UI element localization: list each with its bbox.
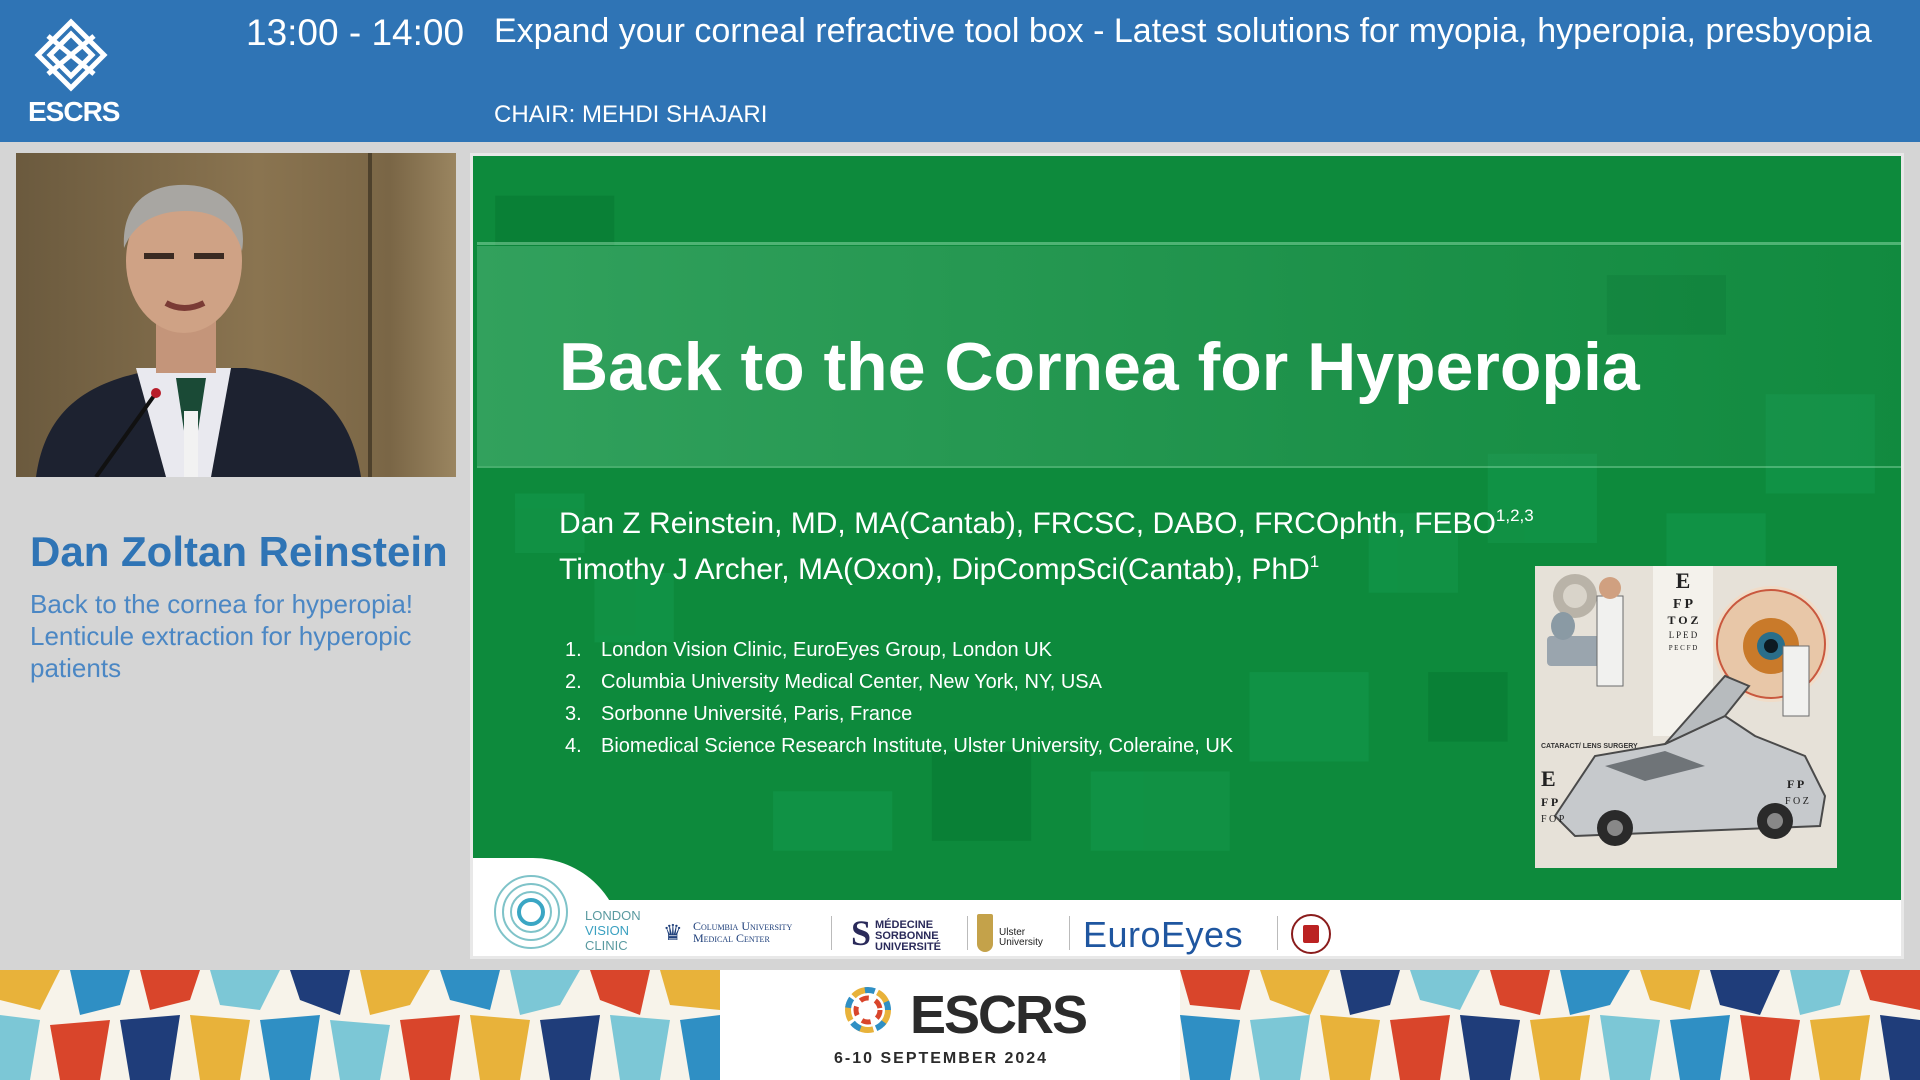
slide-title: Back to the Cornea for Hyperopia (559, 329, 1640, 405)
sorbonne-s-icon: S (851, 913, 872, 953)
author-line: Timothy J Archer, MA(Oxon), DipCompSci(C… (559, 552, 1319, 587)
session-header: ESCRS 13:00 - 14:00 Expand your corneal … (0, 0, 1920, 142)
university-seal-icon (1291, 914, 1331, 954)
lvc-line: LONDON (585, 908, 641, 923)
footer-mosaic-right (1180, 970, 1920, 1080)
logo-separator (967, 916, 968, 950)
affiliation-text: Sorbonne Université, Paris, France (601, 703, 913, 725)
lvc-line: VISION (585, 923, 630, 938)
author-line: Dan Z Reinstein, MD, MA(Cantab), FRCSC, … (559, 506, 1534, 541)
svg-text:F O P: F O P (1541, 814, 1565, 825)
illustration-art: E F P T O Z L P E D P E C F D E F P F O … (1535, 566, 1837, 868)
london-vision-clinic-logo-icon (494, 875, 568, 949)
ulster-university-logo: Ulster University (999, 928, 1043, 948)
speaker-name: Dan Zoltan Reinstein (30, 528, 448, 575)
svg-text:F P: F P (1541, 795, 1558, 809)
logo-separator (1277, 916, 1278, 950)
affiliation-item: 3. Sorbonne Université, Paris, France (559, 698, 1233, 730)
svg-text:P E C F D: P E C F D (1669, 644, 1698, 652)
svg-text:F P: F P (1787, 777, 1804, 791)
escrs-logo: ESCRS (28, 16, 120, 131)
svg-text:F O Z: F O Z (1785, 796, 1809, 807)
title-band-bottom-line (477, 466, 1901, 468)
logo-separator (831, 916, 832, 950)
affiliation-item: 1. London Vision Clinic, EuroEyes Group, … (559, 634, 1233, 666)
sorbonne-line: UNIVERSITÉ (875, 941, 942, 953)
svg-text:F P: F P (1673, 597, 1694, 612)
escrs-mark-icon (34, 18, 108, 92)
session-time: 13:00 - 14:00 (246, 12, 465, 53)
logo-separator (1069, 916, 1070, 950)
affiliation-number: 2. (565, 671, 582, 693)
ulster-line: University (999, 937, 1043, 948)
sorbonne-logo: MÉDECINE SORBONNE UNIVERSITÉ (875, 920, 941, 953)
affiliation-number: 1. (565, 639, 582, 661)
presentation-slide: Back to the Cornea for Hyperopia Dan Z R… (470, 153, 1904, 959)
affiliation-number: 3. (565, 703, 582, 725)
columbia-university-logo: Columbia University Medical Center (693, 920, 792, 944)
author-name: Dan Z Reinstein, MD, MA(Cantab), FRCSC, … (559, 507, 1496, 540)
session-chair: CHAIR: MEHDI SHAJARI (494, 101, 768, 128)
lvc-line: CLINIC (585, 938, 628, 953)
illustration-caption: CATARACT/ LENS SURGERY (1541, 743, 1638, 750)
svg-text:L P E D: L P E D (1669, 630, 1698, 640)
columbia-line: Medical Center (693, 931, 770, 945)
delorean-eye-illustration: E F P T O Z L P E D P E C F D E F P F O … (1535, 566, 1837, 868)
affiliation-text: Columbia University Medical Center, New … (601, 671, 1102, 693)
footer-brand: ESCRS (910, 985, 1088, 1045)
author-affiliation-ref: 1 (1309, 552, 1320, 571)
svg-text:T O Z: T O Z (1667, 613, 1698, 627)
affiliation-item: 2. Columbia University Medical Center, Ne… (559, 666, 1233, 698)
affiliation-item: 4. Biomedical Science Research Institute,… (559, 730, 1233, 762)
euroeyes-logo: EuroEyes (1083, 914, 1244, 955)
escrs-color-mark-icon (845, 987, 891, 1033)
author-affiliation-ref: 1,2,3 (1495, 506, 1534, 525)
footer-dates: 6-10 SEPTEMBER 2024 (834, 1050, 1049, 1067)
title-band-top-line (477, 242, 1901, 245)
columbia-crown-icon: ♛ (663, 920, 683, 945)
conference-stream-view: { "header": { "logo_text": "ESCRS", "tim… (0, 0, 1920, 1080)
affiliation-text: London Vision Clinic, EuroEyes Group, Lo… (601, 639, 1053, 661)
session-title: Expand your corneal refractive tool box … (494, 12, 1872, 50)
escrs-logo-text: ESCRS (28, 96, 120, 127)
affiliation-text: Biomedical Science Research Institute, U… (601, 735, 1234, 757)
talk-title: Back to the cornea for hyperopia! Lentic… (30, 589, 414, 683)
london-vision-clinic-text: LONDON VISION CLINIC (585, 908, 641, 953)
svg-text:E: E (1676, 568, 1691, 593)
svg-text:E: E (1541, 766, 1556, 791)
ulster-logo-icon (977, 914, 993, 952)
speaker-video (16, 153, 456, 477)
affiliation-number: 4. (565, 735, 582, 757)
footer-mosaic-left (0, 970, 720, 1080)
conference-footer: ESCRS 6-10 SEPTEMBER 2024 (0, 970, 1920, 1080)
affiliation-list: 1. London Vision Clinic, EuroEyes Group, … (559, 634, 1233, 762)
speaker-figure (36, 184, 361, 477)
author-name: Timothy J Archer, MA(Oxon), DipCompSci(C… (559, 553, 1310, 586)
